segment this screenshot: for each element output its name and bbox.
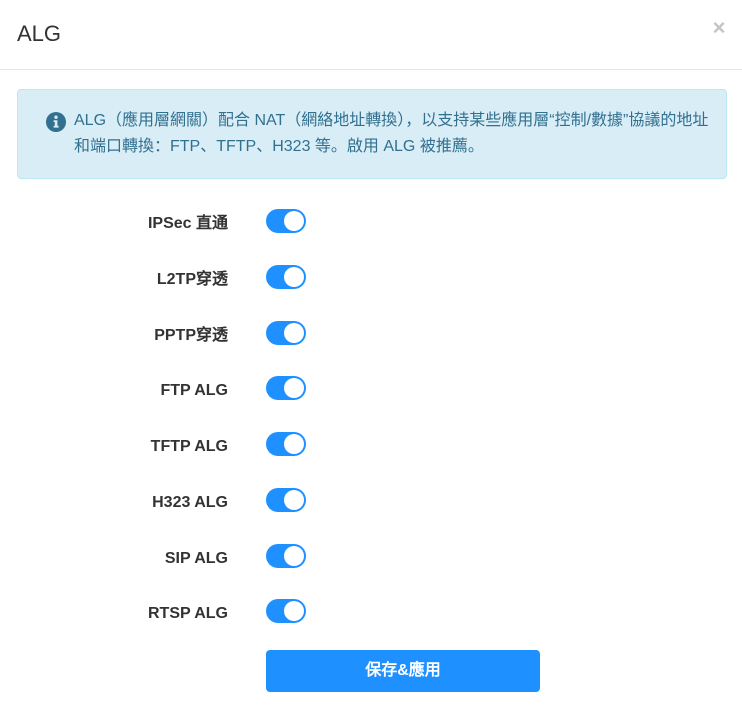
setting-row-pptp: PPTP穿透	[0, 321, 742, 351]
ipsec-passthrough-toggle[interactable]	[266, 209, 306, 233]
save-apply-button[interactable]: 保存&應用	[266, 650, 540, 692]
setting-row-rtsp-alg: RTSP ALG	[0, 599, 742, 629]
close-button[interactable]: ×	[710, 17, 728, 39]
toggle-knob	[284, 601, 304, 621]
modal-title: ALG	[17, 21, 62, 46]
modal-header: ALG ×	[0, 0, 742, 70]
l2tp-passthrough-toggle[interactable]	[266, 265, 306, 289]
setting-label-ipsec: IPSec 直通	[147, 215, 228, 232]
setting-label-h323-alg: H323 ALG	[152, 494, 228, 511]
toggle-knob	[284, 323, 304, 343]
sip-alg-toggle[interactable]	[266, 544, 306, 568]
setting-row-ipsec: IPSec 直通	[0, 209, 742, 239]
setting-row-ftp-alg: FTP ALG	[0, 376, 742, 406]
toggle-knob	[284, 267, 304, 287]
setting-label-rtsp-alg: RTSP ALG	[147, 605, 228, 622]
alert-message: ALG（應用層網關）配合 NAT（網絡地址轉換），以支持某些應用層“控制/數據”…	[74, 112, 709, 155]
alg-modal: ALG × ALG（應用層網關）配合 NAT（網絡地址轉換），以支持某些應用層“…	[0, 0, 742, 727]
toggle-knob	[284, 211, 304, 231]
info-alert: ALG（應用層網關）配合 NAT（網絡地址轉換），以支持某些應用層“控制/數據”…	[17, 89, 727, 179]
toggle-knob	[284, 434, 304, 454]
setting-label-ftp-alg: FTP ALG	[160, 382, 228, 399]
setting-row-l2tp: L2TP穿透	[0, 265, 742, 295]
pptp-passthrough-toggle[interactable]	[266, 321, 306, 345]
setting-row-tftp-alg: TFTP ALG	[0, 432, 742, 462]
toggle-knob	[284, 546, 304, 566]
tftp-alg-toggle[interactable]	[266, 432, 306, 456]
h323-alg-toggle[interactable]	[266, 488, 306, 512]
toggle-knob	[284, 490, 304, 510]
info-circle-icon	[46, 112, 66, 132]
setting-label-sip-alg: SIP ALG	[164, 550, 228, 567]
setting-label-pptp: PPTP穿透	[154, 327, 228, 344]
rtsp-alg-toggle[interactable]	[266, 599, 306, 623]
setting-row-h323-alg: H323 ALG	[0, 488, 742, 518]
setting-label-tftp-alg: TFTP ALG	[150, 438, 228, 455]
setting-label-l2tp: L2TP穿透	[156, 271, 228, 288]
setting-row-sip-alg: SIP ALG	[0, 544, 742, 574]
toggle-knob	[284, 378, 304, 398]
ftp-alg-toggle[interactable]	[266, 376, 306, 400]
